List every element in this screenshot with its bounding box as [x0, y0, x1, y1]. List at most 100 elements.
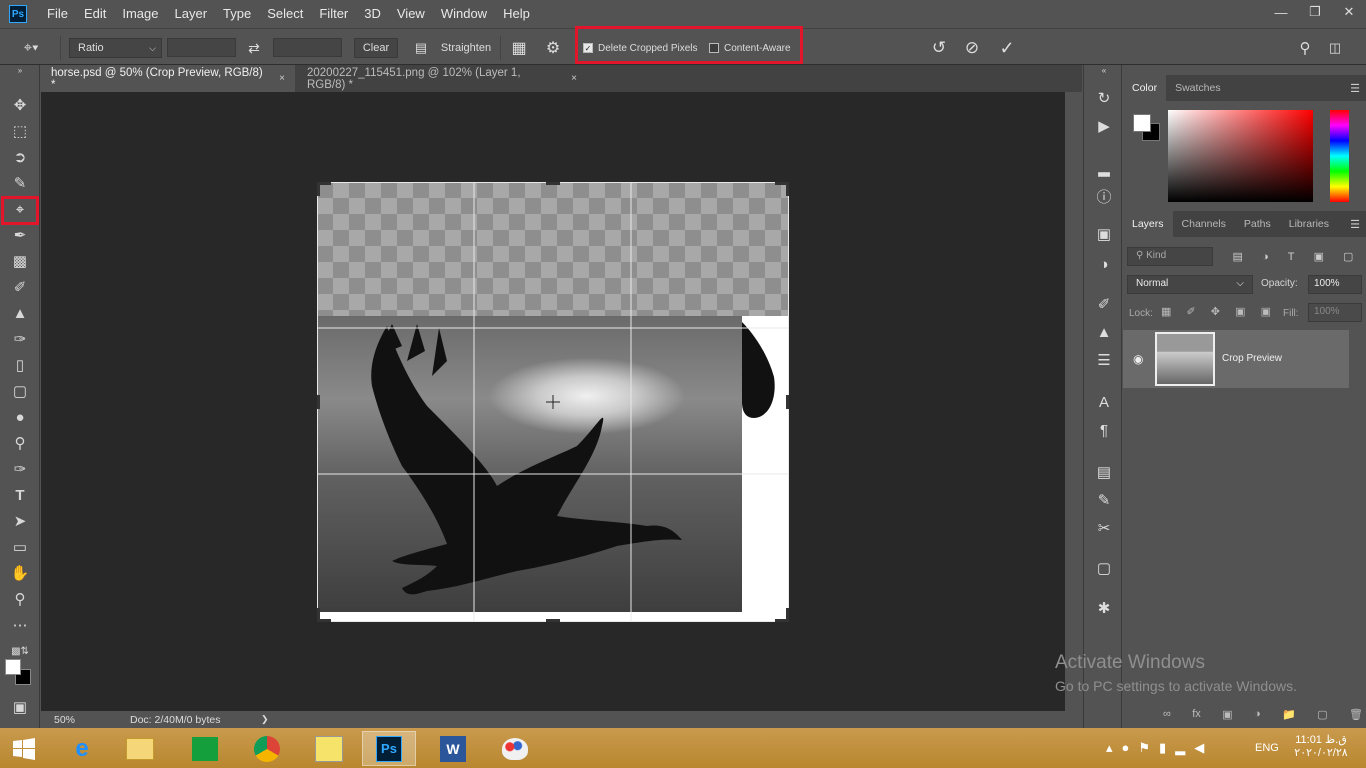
clone-stamp-tool-icon[interactable]: ▲: [6, 301, 34, 325]
blur-tool-icon[interactable]: ●: [6, 405, 34, 429]
close-icon[interactable]: ✕: [1332, 0, 1366, 24]
more-tools-icon[interactable]: ⋯: [6, 613, 34, 637]
width-input[interactable]: [167, 38, 236, 57]
type-tool-icon[interactable]: T: [6, 483, 34, 507]
network-icon[interactable]: ▂: [1175, 740, 1185, 756]
brush-settings-icon[interactable]: ✐: [1092, 293, 1116, 315]
paint-icon[interactable]: [488, 731, 542, 766]
swap-icon[interactable]: ⇄: [243, 38, 265, 58]
eraser-tool-icon[interactable]: ▯: [6, 353, 34, 377]
blend-mode-select[interactable]: Normal ⌵: [1127, 275, 1253, 294]
cancel-icon[interactable]: ⊘: [960, 36, 984, 60]
trash-icon[interactable]: 🗑: [1349, 708, 1363, 721]
photoshop-taskbar-icon[interactable]: Ps: [362, 731, 416, 766]
new-layer-icon[interactable]: ▢: [1317, 708, 1327, 721]
flag-icon[interactable]: ⚑: [1138, 740, 1150, 756]
hue-slider[interactable]: [1330, 110, 1349, 202]
menu-file[interactable]: File: [39, 0, 76, 28]
search-icon[interactable]: ⚲: [1294, 37, 1316, 59]
collapse-icon[interactable]: «: [1092, 65, 1116, 75]
path-selection-tool-icon[interactable]: ➤: [6, 509, 34, 533]
gradient-tool-icon[interactable]: ▢: [6, 379, 34, 403]
close-icon[interactable]: ×: [279, 73, 285, 84]
straighten-icon[interactable]: ▤: [410, 38, 432, 58]
opacity-input[interactable]: 100%: [1308, 275, 1362, 294]
close-icon[interactable]: ×: [571, 73, 577, 84]
tab-layers[interactable]: Layers: [1123, 211, 1173, 237]
eyedropper-tool-icon[interactable]: ✒: [6, 223, 34, 247]
hand-tool-icon[interactable]: ✋: [6, 561, 34, 585]
menu-window[interactable]: Window: [433, 0, 495, 28]
panel-menu-icon[interactable]: ☰: [1350, 82, 1360, 95]
menu-image[interactable]: Image: [114, 0, 166, 28]
power-icon[interactable]: ▮: [1159, 740, 1166, 756]
security-icon[interactable]: ●: [1122, 740, 1130, 756]
ratio-select[interactable]: Ratio ⌵: [69, 38, 162, 58]
document-canvas[interactable]: [317, 182, 789, 622]
menu-type[interactable]: Type: [215, 0, 259, 28]
lock-position-icon[interactable]: ✥: [1211, 305, 1220, 318]
menu-view[interactable]: View: [389, 0, 433, 28]
smart-object-filter-icon[interactable]: ▢: [1343, 250, 1353, 263]
crop-tool-preset-icon[interactable]: ⌖▾: [16, 37, 46, 57]
brush-tool-icon[interactable]: ✐: [6, 275, 34, 299]
kind-filter[interactable]: ⚲ Kind: [1127, 247, 1213, 266]
3d-icon[interactable]: ▢: [1092, 557, 1116, 579]
adjustment-filter-icon[interactable]: ◑: [1262, 251, 1269, 263]
menu-select[interactable]: Select: [259, 0, 311, 28]
fx-icon[interactable]: fx: [1192, 708, 1201, 721]
zoom-level[interactable]: 50%: [54, 714, 75, 726]
tab-png-file[interactable]: 20200227_115451.png @ 102% (Layer 1, RGB…: [297, 65, 587, 92]
dodge-tool-icon[interactable]: ⚲: [6, 431, 34, 455]
clock[interactable]: 11:01 ق.ظ ۲۰۲۰/۰۲/۲۸: [1290, 733, 1352, 759]
lock-transparency-icon[interactable]: ▦: [1161, 305, 1171, 318]
lock-pixels-icon[interactable]: ✐: [1186, 305, 1195, 318]
vertical-scrollbar[interactable]: [1065, 92, 1082, 711]
commit-checkmark-icon[interactable]: ✓: [995, 36, 1019, 60]
windows-start-icon[interactable]: [0, 731, 48, 766]
adjustments-icon[interactable]: ▣: [1092, 223, 1116, 245]
fill-input[interactable]: 100%: [1308, 303, 1362, 322]
store-icon[interactable]: [178, 731, 232, 766]
histogram-icon[interactable]: ▂: [1092, 157, 1116, 179]
tab-horse-psd[interactable]: horse.psd @ 50% (Crop Preview, RGB/8) * …: [41, 65, 295, 92]
volume-icon[interactable]: ◀: [1194, 740, 1204, 756]
tab-swatches[interactable]: Swatches: [1166, 75, 1230, 101]
menu-layer[interactable]: Layer: [167, 0, 216, 28]
adjustment-layer-icon[interactable]: ◑: [1254, 708, 1261, 721]
status-arrow-icon[interactable]: ❯: [261, 714, 269, 725]
marquee-tool-icon[interactable]: ⬚: [6, 119, 34, 143]
tab-paths[interactable]: Paths: [1235, 211, 1280, 237]
play-icon[interactable]: ▶: [1092, 115, 1116, 137]
properties-icon[interactable]: ☰: [1092, 349, 1116, 371]
image-filter-icon[interactable]: ▤: [1233, 250, 1243, 263]
photoshop-logo-icon[interactable]: Ps: [9, 5, 27, 23]
styles-icon[interactable]: ◑: [1092, 253, 1116, 275]
chevron-up-icon[interactable]: ▴: [1106, 740, 1113, 756]
reset-icon[interactable]: ↺: [927, 36, 951, 60]
workspace-icon[interactable]: ◫: [1324, 37, 1346, 59]
info-icon[interactable]: ⓘ: [1092, 185, 1116, 207]
healing-brush-tool-icon[interactable]: ▩: [6, 249, 34, 273]
player-icon[interactable]: [302, 731, 356, 766]
clear-button[interactable]: Clear: [354, 38, 398, 58]
tools-icon[interactable]: ✂: [1092, 517, 1116, 539]
tab-channels[interactable]: Channels: [1173, 211, 1235, 237]
folder-icon[interactable]: 📁: [1282, 708, 1296, 721]
menu-help[interactable]: Help: [495, 0, 538, 28]
paragraph-icon[interactable]: ¶: [1092, 419, 1116, 441]
mask-icon[interactable]: ▣: [1222, 708, 1232, 721]
color-field[interactable]: [1168, 110, 1313, 202]
restore-icon[interactable]: ❐: [1298, 0, 1332, 24]
pen-tool-icon[interactable]: ✑: [6, 457, 34, 481]
move-tool-icon[interactable]: ✥: [6, 93, 34, 117]
menu-edit[interactable]: Edit: [76, 0, 114, 28]
history-icon[interactable]: ↻: [1092, 87, 1116, 109]
lasso-tool-icon[interactable]: ➲: [6, 145, 34, 169]
clone-source-icon[interactable]: ▲: [1092, 321, 1116, 343]
chrome-icon[interactable]: [240, 731, 294, 766]
collapse-icon[interactable]: »: [6, 65, 34, 75]
menu-3d[interactable]: 3D: [356, 0, 389, 28]
type-filter-icon[interactable]: T: [1288, 251, 1295, 263]
quick-mask-icon[interactable]: ▣: [6, 695, 34, 719]
